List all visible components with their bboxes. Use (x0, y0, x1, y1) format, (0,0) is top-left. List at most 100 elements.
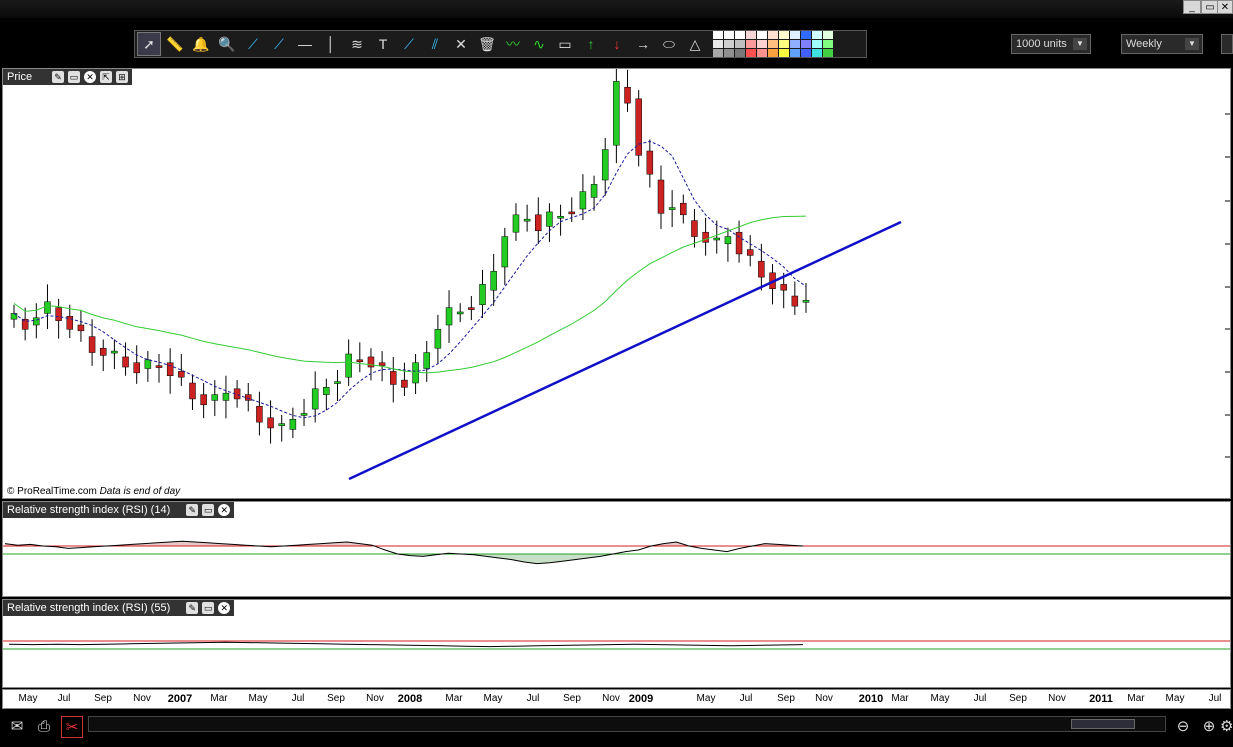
gann-icon[interactable]: ∿ (527, 32, 551, 56)
zoom-icon[interactable]: 🔍 (215, 32, 239, 56)
candle-body (479, 284, 486, 305)
parallel-lines-icon[interactable]: ⫽ (423, 32, 447, 56)
color-swatch[interactable] (724, 49, 734, 57)
color-swatch[interactable] (801, 49, 811, 57)
candle-body (624, 86, 631, 104)
wrench-icon[interactable]: ✎ (186, 504, 199, 516)
color-swatch[interactable] (724, 31, 734, 39)
units-select-value: 1000 units (1016, 38, 1067, 50)
arrow-down-icon[interactable]: ↓ (605, 32, 629, 56)
horizontal-line-icon[interactable]: — (293, 32, 317, 56)
candle-body (445, 307, 453, 326)
color-swatch[interactable] (790, 40, 800, 48)
window-icon[interactable]: ▭ (202, 602, 215, 614)
arrow-right-icon[interactable]: → (631, 32, 655, 56)
alarm-icon[interactable]: 🔔 (189, 32, 213, 56)
axis-tick-label: Jul (57, 693, 71, 704)
color-swatch[interactable] (779, 49, 789, 57)
layout-icon[interactable] (1221, 34, 1233, 54)
ruler-icon[interactable]: 📏 (163, 32, 187, 56)
title-bar (0, 0, 1233, 18)
color-swatch[interactable] (757, 49, 767, 57)
units-select[interactable]: 1000 units ▼ (1011, 34, 1091, 54)
color-swatch[interactable] (812, 40, 822, 48)
settings-icon[interactable]: ⚙ (1220, 716, 1233, 738)
candle-body (300, 413, 308, 416)
color-swatch[interactable] (713, 40, 723, 48)
line-icon[interactable]: ⟋ (241, 32, 265, 56)
color-swatch[interactable] (735, 40, 745, 48)
color-swatch[interactable] (735, 49, 745, 57)
cursor-icon[interactable]: ➚ (137, 32, 161, 56)
resize-icon[interactable]: ⇱ (100, 71, 113, 83)
color-swatch[interactable] (735, 31, 745, 39)
candle-body (278, 423, 285, 426)
color-swatch[interactable] (823, 40, 833, 48)
window-icon[interactable]: ▭ (68, 71, 81, 83)
close-button[interactable]: ✕ (1217, 0, 1233, 14)
color-swatch[interactable] (746, 31, 756, 39)
candle-body (780, 284, 787, 291)
channel-icon[interactable]: ⟋ (397, 32, 421, 56)
color-swatch[interactable] (779, 40, 789, 48)
moving-average-slow (13, 215, 807, 374)
color-swatch[interactable] (757, 40, 767, 48)
period-select[interactable]: Weekly ▼ (1121, 34, 1203, 54)
fibonacci-icon[interactable]: ≋ (345, 32, 369, 56)
text-icon[interactable]: T (371, 32, 395, 56)
wave-icon[interactable]: 〰 (501, 32, 525, 56)
close-icon[interactable]: ✕ (218, 504, 231, 516)
window-icon[interactable]: ▭ (202, 504, 215, 516)
print-icon[interactable]: ⎙ (33, 716, 55, 738)
color-swatch[interactable] (823, 49, 833, 57)
triangle-icon[interactable]: △ (683, 32, 707, 56)
ray-icon[interactable]: ⟋ (267, 32, 291, 56)
color-swatch[interactable] (790, 31, 800, 39)
candle-body (758, 260, 765, 278)
color-swatch[interactable] (790, 49, 800, 57)
ellipse-icon[interactable]: ⬭ (657, 32, 681, 56)
color-swatch[interactable] (724, 40, 734, 48)
candle-body (401, 379, 408, 388)
candle-body (77, 324, 85, 332)
candle-body (613, 81, 620, 146)
color-swatch[interactable] (812, 31, 822, 39)
maximize-icon[interactable]: ⊞ (116, 71, 129, 83)
color-swatch[interactable] (823, 31, 833, 39)
close-icon[interactable]: ✕ (84, 71, 97, 83)
moving-average-fast (13, 140, 807, 419)
color-swatch[interactable] (812, 49, 822, 57)
scissors-icon[interactable]: ✂ (61, 716, 83, 738)
vertical-line-icon[interactable]: │ (319, 32, 343, 56)
chevron-down-icon[interactable]: ▼ (1073, 38, 1087, 50)
arrow-up-icon[interactable]: ↑ (579, 32, 603, 56)
trash-icon[interactable]: 🗑 (475, 32, 499, 56)
color-swatch[interactable] (801, 40, 811, 48)
color-swatch[interactable] (746, 49, 756, 57)
color-swatch[interactable] (746, 40, 756, 48)
color-swatch[interactable] (713, 31, 723, 39)
color-swatch[interactable] (768, 31, 778, 39)
close-icon[interactable]: ✕ (218, 602, 231, 614)
mail-icon[interactable]: ✉ (6, 716, 28, 738)
color-swatch[interactable] (768, 40, 778, 48)
wrench-icon[interactable]: ✎ (52, 71, 65, 83)
minimize-button[interactable]: _ (1183, 0, 1201, 14)
wrench-icon[interactable]: ✎ (186, 602, 199, 614)
candle-body (535, 214, 542, 232)
rectangle-icon[interactable]: ▭ (553, 32, 577, 56)
color-swatch[interactable] (779, 31, 789, 39)
scrollbar-thumb[interactable] (1071, 719, 1135, 729)
tools-icon[interactable]: ✕ (449, 32, 473, 56)
color-swatch[interactable] (768, 49, 778, 57)
candle-body (133, 362, 140, 374)
color-swatch[interactable] (757, 31, 767, 39)
price-chart[interactable] (3, 69, 1231, 499)
color-swatch[interactable] (801, 31, 811, 39)
chevron-down-icon[interactable]: ▼ (1185, 38, 1199, 50)
color-palette[interactable] (713, 31, 833, 57)
horizontal-scrollbar[interactable] (88, 716, 1166, 732)
zoom-out-icon[interactable]: ⊖ (1172, 716, 1194, 738)
zoom-in-icon[interactable]: ⊕ (1198, 716, 1220, 738)
color-swatch[interactable] (713, 49, 723, 57)
